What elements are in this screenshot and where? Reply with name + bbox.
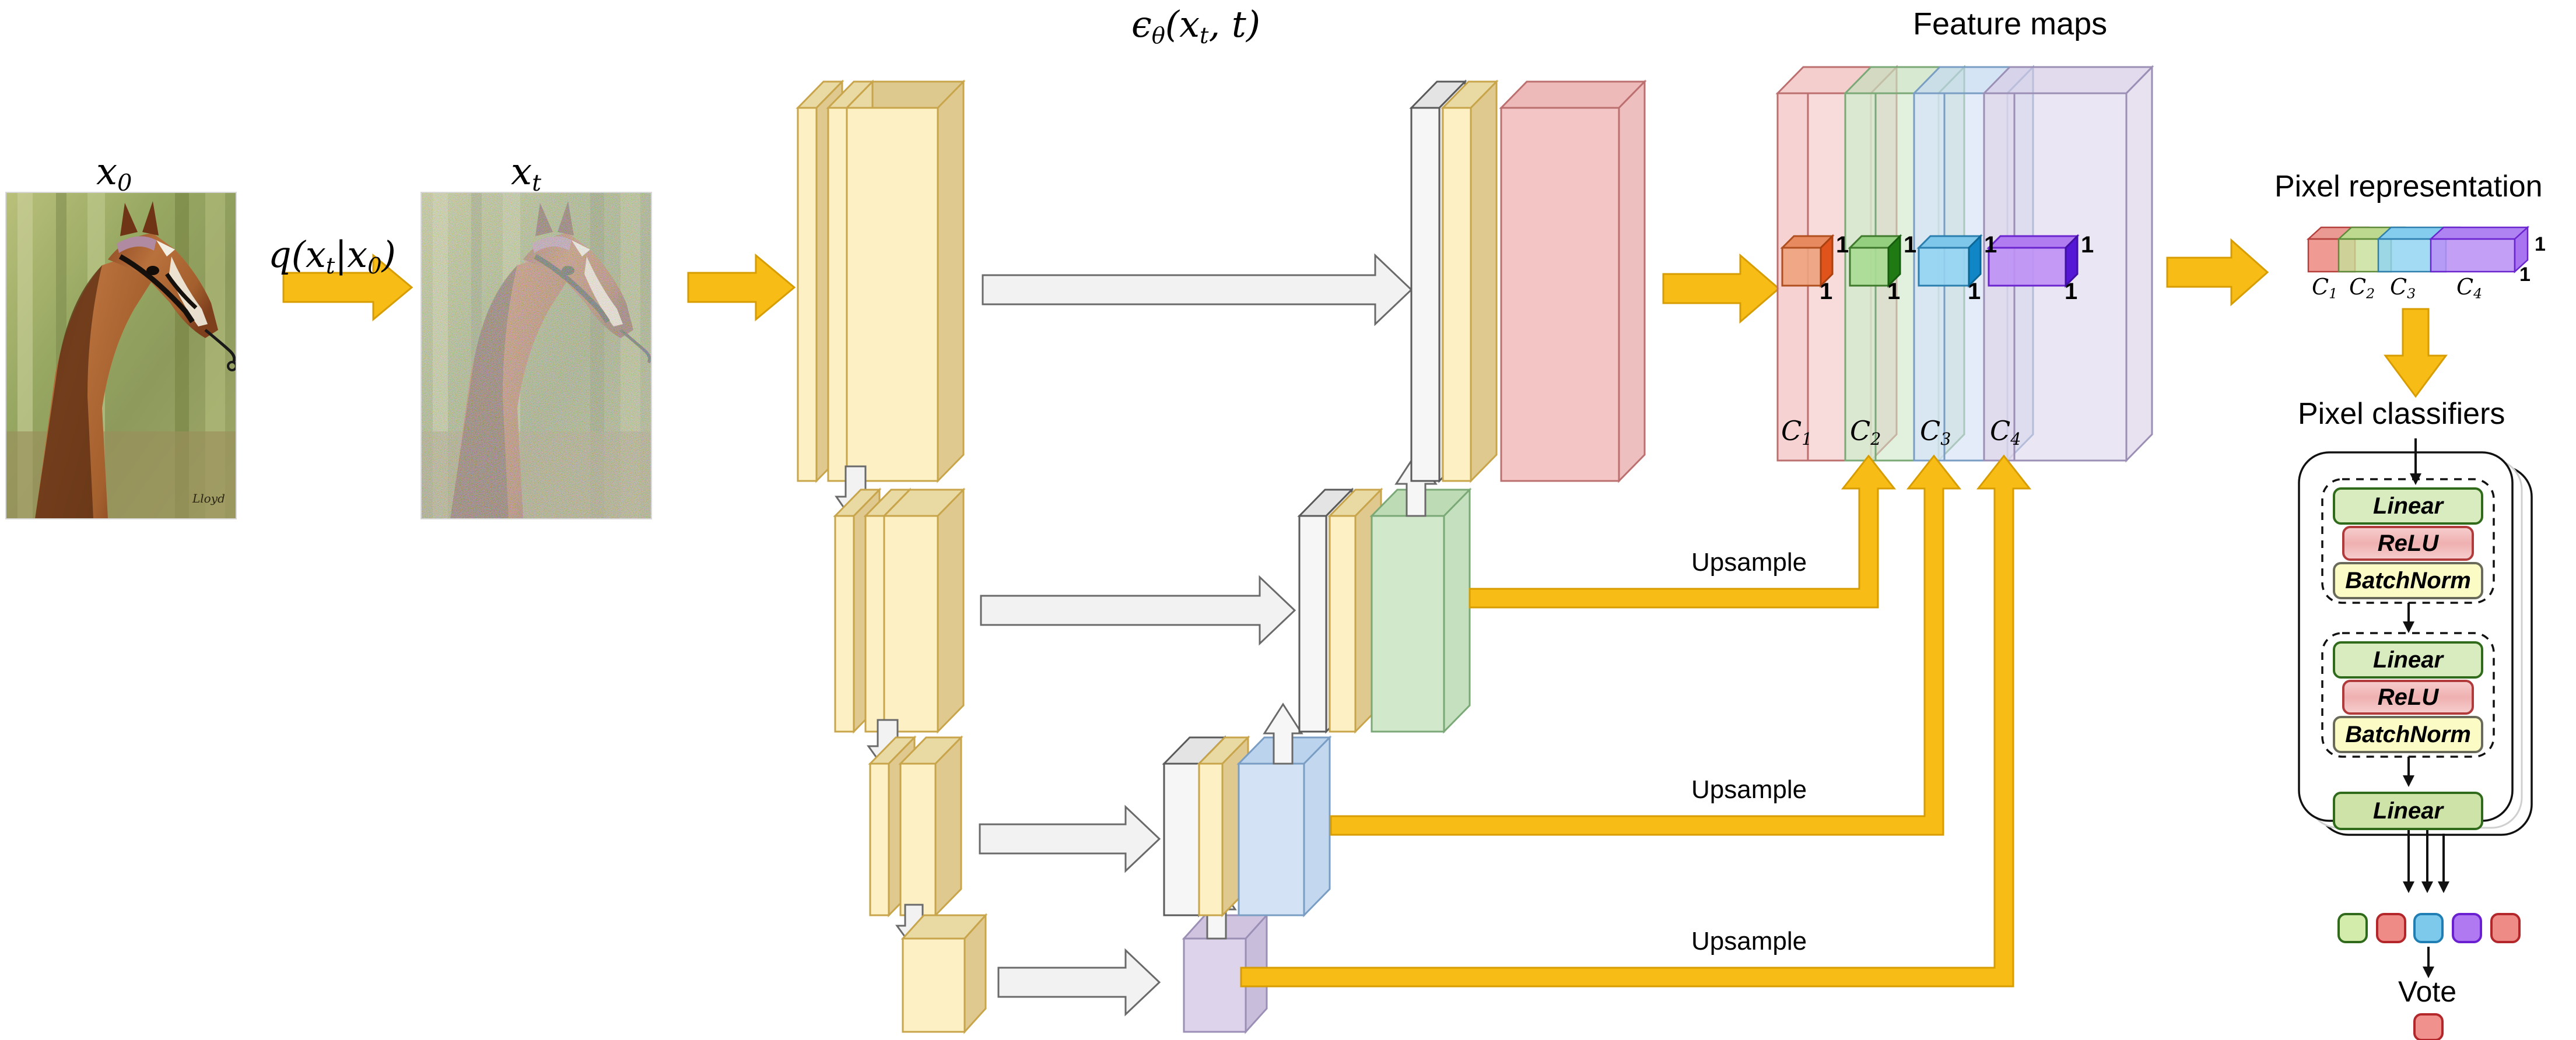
- decoder-level-2: [1297, 487, 1472, 734]
- pixel-rep-dim-a: 1: [2535, 233, 2546, 255]
- upsample-label-2: Upsample: [1691, 775, 1807, 804]
- pixel-representation-bar: [2306, 226, 2530, 273]
- classifier-block-batchnorm-1[interactable]: BatchNorm: [2333, 562, 2483, 599]
- label-xt: xt: [511, 150, 542, 197]
- classifier-block-label: ReLU: [2377, 530, 2439, 556]
- encoder-bottleneck: [900, 913, 988, 1034]
- image-xt-noisy: [420, 192, 652, 519]
- vote-arrow: [2423, 947, 2434, 978]
- feature-map-label-c1: C1: [1781, 415, 1813, 449]
- arrow-into-unet: [687, 253, 796, 322]
- skip-arrow-2: [980, 575, 1296, 646]
- arrow-to-pixel-representation: [2166, 238, 2269, 307]
- label-feature-maps: Feature maps: [1913, 6, 2108, 41]
- svg-text:Lloyd: Lloyd: [192, 491, 225, 505]
- dim-label-c2-b: 1: [1887, 279, 1901, 304]
- arrow-to-pixel-classifiers: [2384, 308, 2448, 398]
- encoder-level-2: [833, 487, 966, 734]
- decoder-level-1: [1409, 79, 1647, 483]
- classifier-block-linear-3[interactable]: Linear: [2333, 792, 2483, 830]
- label-vote: Vote: [2398, 975, 2457, 1008]
- classifier-block-label: BatchNorm: [2345, 721, 2471, 747]
- dim-label-c3-b: 1: [1968, 279, 1981, 304]
- classifier-block-label: Linear: [2372, 797, 2444, 824]
- dim-label-c4-b: 1: [2065, 279, 2078, 304]
- dim-label-c4-a: 1: [2081, 232, 2094, 258]
- feature-map-label-c2: C2: [1850, 415, 1881, 449]
- skip-arrow-4: [997, 948, 1161, 1017]
- pixel-rep-dim-b: 1: [2519, 263, 2531, 286]
- dim-label-c2-a: 1: [1904, 232, 1917, 258]
- classifier-block-batchnorm-2[interactable]: BatchNorm: [2333, 716, 2483, 753]
- dim-label-c1-a: 1: [1836, 232, 1849, 258]
- upsample-label-1: Upsample: [1691, 548, 1807, 577]
- encoder-level-1: [795, 79, 966, 483]
- classifier-block-linear-2[interactable]: Linear: [2333, 641, 2483, 679]
- classifier-block-relu-1[interactable]: ReLU: [2342, 526, 2474, 561]
- classifier-block-label: Linear: [2372, 493, 2444, 519]
- arrow-to-feature-maps: [1662, 253, 1781, 324]
- label-pixel-representation: Pixel representation: [2274, 170, 2543, 203]
- label-x0: x0: [96, 150, 132, 197]
- encoder-level-3: [868, 735, 963, 918]
- classifier-block-linear-1[interactable]: Linear: [2333, 487, 2483, 525]
- pixel-rep-label-c3: C3: [2390, 274, 2416, 302]
- classifier-block-label: Linear: [2372, 647, 2444, 673]
- classifier-block-label: ReLU: [2377, 684, 2439, 710]
- skip-arrow-1: [982, 253, 1413, 326]
- vote-result-square: [2413, 1013, 2444, 1040]
- diagram-vector-layer: Lloyd: [5, 65, 2533, 1040]
- pixel-rep-label-c1: C1: [2312, 274, 2338, 302]
- vote-output-row: [2337, 913, 2521, 943]
- classifier-block-label: BatchNorm: [2345, 567, 2471, 593]
- pixel-rep-label-c2: C2: [2349, 274, 2375, 302]
- label-q-transition: q(xt|x0): [268, 233, 396, 279]
- feature-map-label-c3: C3: [1920, 415, 1951, 449]
- dim-label-c1-b: 1: [1820, 279, 1833, 304]
- feature-map-label-c4: C4: [1990, 415, 2021, 449]
- classifier-block-relu-2[interactable]: ReLU: [2342, 680, 2474, 715]
- dim-label-c3-a: 1: [1984, 232, 1997, 258]
- decoder-level-3: [1162, 735, 1332, 918]
- image-x0: Lloyd: [5, 192, 237, 519]
- label-epsilon-theta: ϵθ(xt, t): [1131, 3, 1261, 49]
- upsample-label-3: Upsample: [1691, 927, 1807, 955]
- skip-arrow-3: [979, 804, 1161, 873]
- label-pixel-classifiers: Pixel classifiers: [2298, 397, 2505, 431]
- pixel-rep-label-c4: C4: [2456, 274, 2483, 302]
- diagram-canvas: Lloyd x0 xt q(xt|x0) ϵθ(xt, t) Feature m…: [0, 0, 2576, 1040]
